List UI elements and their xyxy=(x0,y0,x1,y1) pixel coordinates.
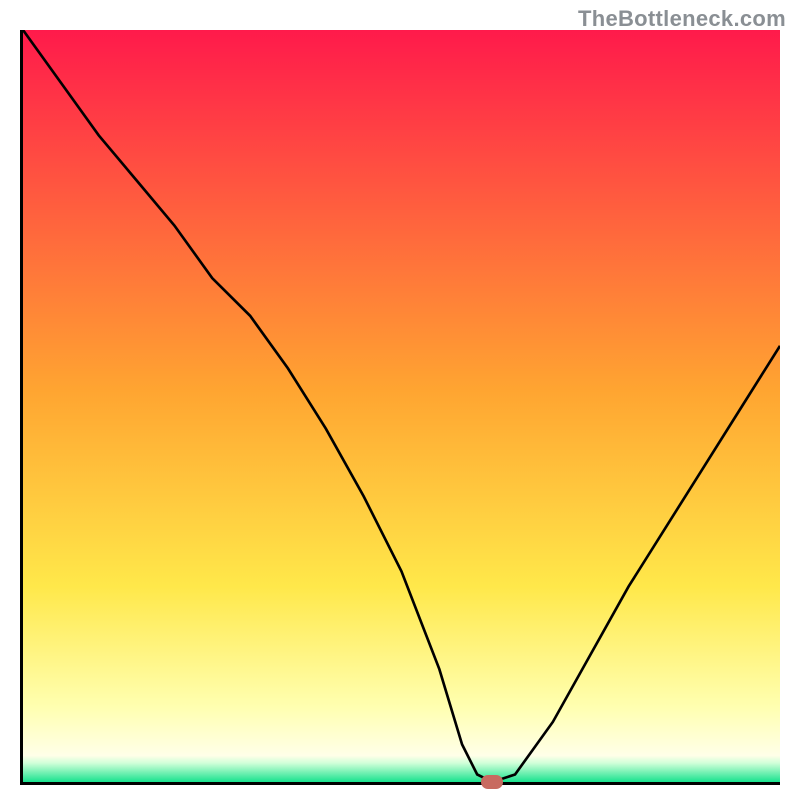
plot-area xyxy=(23,30,780,782)
background-gradient xyxy=(23,30,780,782)
optimal-point-marker xyxy=(481,775,503,789)
x-axis xyxy=(20,782,780,785)
chart-frame xyxy=(20,30,780,785)
watermark-label: TheBottleneck.com xyxy=(578,6,786,32)
